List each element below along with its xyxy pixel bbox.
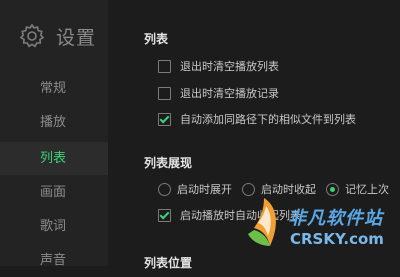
section-title-list-display: 列表展现: [144, 156, 193, 170]
checkbox-checked[interactable]: [158, 112, 171, 126]
section-title-list-position: 列表位置: [144, 256, 193, 270]
watermark-text-cn: 非凡软件站: [288, 208, 383, 229]
option-clear-history-on-exit[interactable]: 退出时清空播放记录: [158, 85, 279, 101]
option-label: 自动添加同路径下的相似文件到列表: [180, 113, 356, 126]
watermark-text-en: CRSKY.com: [290, 230, 384, 248]
sidebar-item-picture[interactable]: 画面: [0, 176, 108, 209]
radio-label: 启动时展开: [177, 183, 232, 196]
option-label: 退出时清空播放列表: [180, 60, 279, 73]
sidebar-item-lyrics[interactable]: 歌词: [0, 210, 108, 243]
watermark-logo-icon: [248, 198, 276, 246]
settings-sidebar: 设置 常规 播放 列表 画面 歌词 声音: [0, 0, 108, 268]
sidebar-item-playback[interactable]: 播放: [0, 106, 108, 139]
settings-title: 设置: [56, 26, 97, 49]
option-label: 退出时清空播放记录: [180, 87, 279, 100]
sidebar-item-sound[interactable]: 声音: [0, 244, 108, 277]
radio-expand-on-start[interactable]: 启动时展开: [158, 181, 232, 197]
option-auto-add-similar-files[interactable]: 自动添加同路径下的相似文件到列表: [158, 111, 356, 127]
settings-header: 设置: [18, 22, 96, 50]
radio-button[interactable]: [158, 182, 171, 196]
checkbox-checked[interactable]: [158, 208, 171, 222]
checkbox[interactable]: [158, 59, 171, 73]
section-title-list: 列表: [144, 32, 169, 46]
gear-icon: [18, 22, 46, 50]
watermark: 非凡软件站 CRSKY.com: [244, 192, 394, 262]
sidebar-item-general[interactable]: 常规: [0, 72, 108, 105]
sidebar-item-list[interactable]: 列表: [0, 142, 108, 175]
checkbox[interactable]: [158, 86, 171, 100]
option-clear-playlist-on-exit[interactable]: 退出时清空播放列表: [158, 58, 279, 74]
